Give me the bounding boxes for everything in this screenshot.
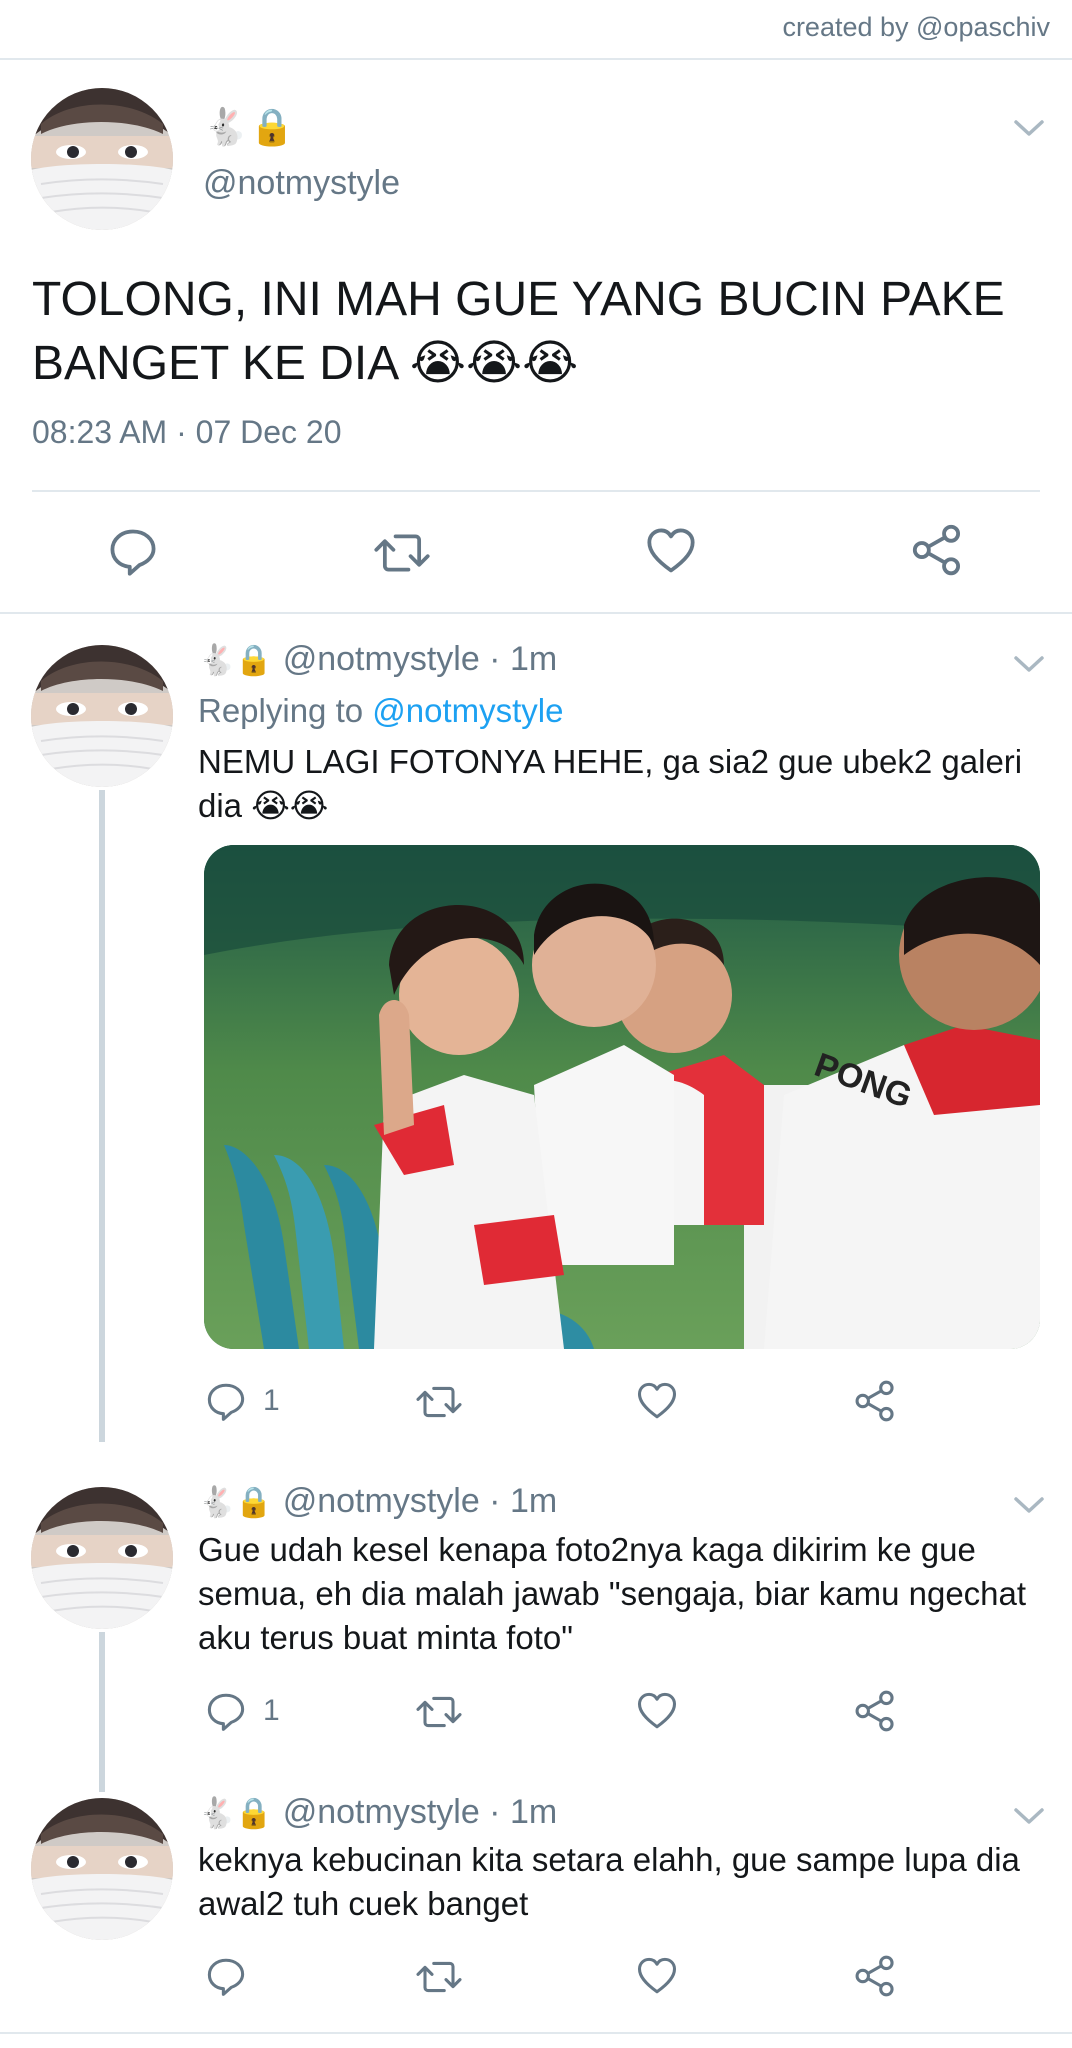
share-icon [854,1690,896,1732]
like-button[interactable] [636,1955,678,1997]
chevron-down-icon[interactable] [1012,653,1046,675]
retweet-icon [414,1381,464,1423]
avatar[interactable] [31,645,173,787]
divider [32,490,1040,492]
timestamp[interactable]: 08:23 AM · 07 Dec 20 [32,414,342,451]
display-name-emoji: 🐇🔒 [198,644,273,677]
display-name-emoji: 🐇🔒 [203,106,297,147]
reply-icon [205,1690,247,1732]
reply-button[interactable]: 1 [205,1380,280,1422]
share-button[interactable] [854,1380,896,1422]
reply-button[interactable] [107,525,159,577]
divider [0,612,1072,614]
tweet-text: NEMU LAGI FOTONYA HEHE, ga sia2 gue ubek… [198,743,1023,824]
credit-label: created by @opaschiv [782,12,1050,42]
thread-line [99,790,105,1442]
username-meta[interactable]: @notmystyle · 1m [283,640,557,678]
reply-button[interactable]: 1 [205,1690,280,1732]
tweet-photo[interactable]: PONG [204,845,1040,1349]
share-button[interactable] [854,1955,896,1997]
top-divider [0,58,1072,60]
retweet-icon [414,1956,464,1998]
like-icon [636,1380,678,1422]
like-button[interactable] [636,1690,678,1732]
chevron-down-icon[interactable] [1012,1805,1046,1827]
tweet-text: Gue udah kesel kenapa foto2nya kaga diki… [198,1531,1027,1656]
username-meta[interactable]: @notmystyle · 1m [283,1793,557,1831]
retweet-button[interactable] [372,527,432,579]
like-icon [636,1955,678,1997]
replying-to: Replying to @notmystyle [198,692,563,730]
retweet-button[interactable] [414,1381,464,1423]
display-name-emoji: 🐇🔒 [198,1797,273,1830]
reply-header: 🐇🔒 @notmystyle · 1m [198,640,557,679]
replying-to-label: Replying to [198,692,373,729]
share-button[interactable] [854,1690,896,1732]
share-icon [911,524,963,576]
reply-icon [205,1380,247,1422]
reply-button[interactable] [205,1955,247,1997]
retweet-icon [414,1691,464,1733]
reply-count: 1 [263,1694,280,1727]
display-name-emoji: 🐇🔒 [198,1486,273,1519]
like-button[interactable] [636,1380,678,1422]
username-meta[interactable]: @notmystyle · 1m [283,1482,557,1520]
share-icon [854,1955,896,1997]
avatar[interactable] [31,88,173,230]
tweet-text: TOLONG, INI MAH GUE YANG BUCIN PAKE BANG… [32,273,1005,390]
reply-header: 🐇🔒 @notmystyle · 1m [198,1482,557,1521]
like-icon [636,1690,678,1732]
chevron-down-icon[interactable] [1012,1494,1046,1516]
avatar[interactable] [31,1487,173,1629]
share-icon [854,1380,896,1422]
chevron-down-icon[interactable] [1012,117,1046,139]
like-icon [645,525,697,577]
thread-line [99,1632,105,1792]
reply-count: 1 [263,1384,280,1417]
divider [0,2032,1072,2034]
retweet-icon [372,527,432,579]
like-button[interactable] [645,525,697,577]
reply-icon [107,525,159,577]
tweet-text: keknya kebucinan kita setara elahh, gue … [198,1841,1020,1922]
avatar[interactable] [31,1798,173,1940]
username[interactable]: @notmystyle [203,164,400,203]
retweet-button[interactable] [414,1691,464,1733]
share-button[interactable] [911,524,963,576]
reply-icon [205,1955,247,1997]
replying-to-link[interactable]: @notmystyle [372,692,563,729]
retweet-button[interactable] [414,1956,464,1998]
reply-header: 🐇🔒 @notmystyle · 1m [198,1793,557,1832]
